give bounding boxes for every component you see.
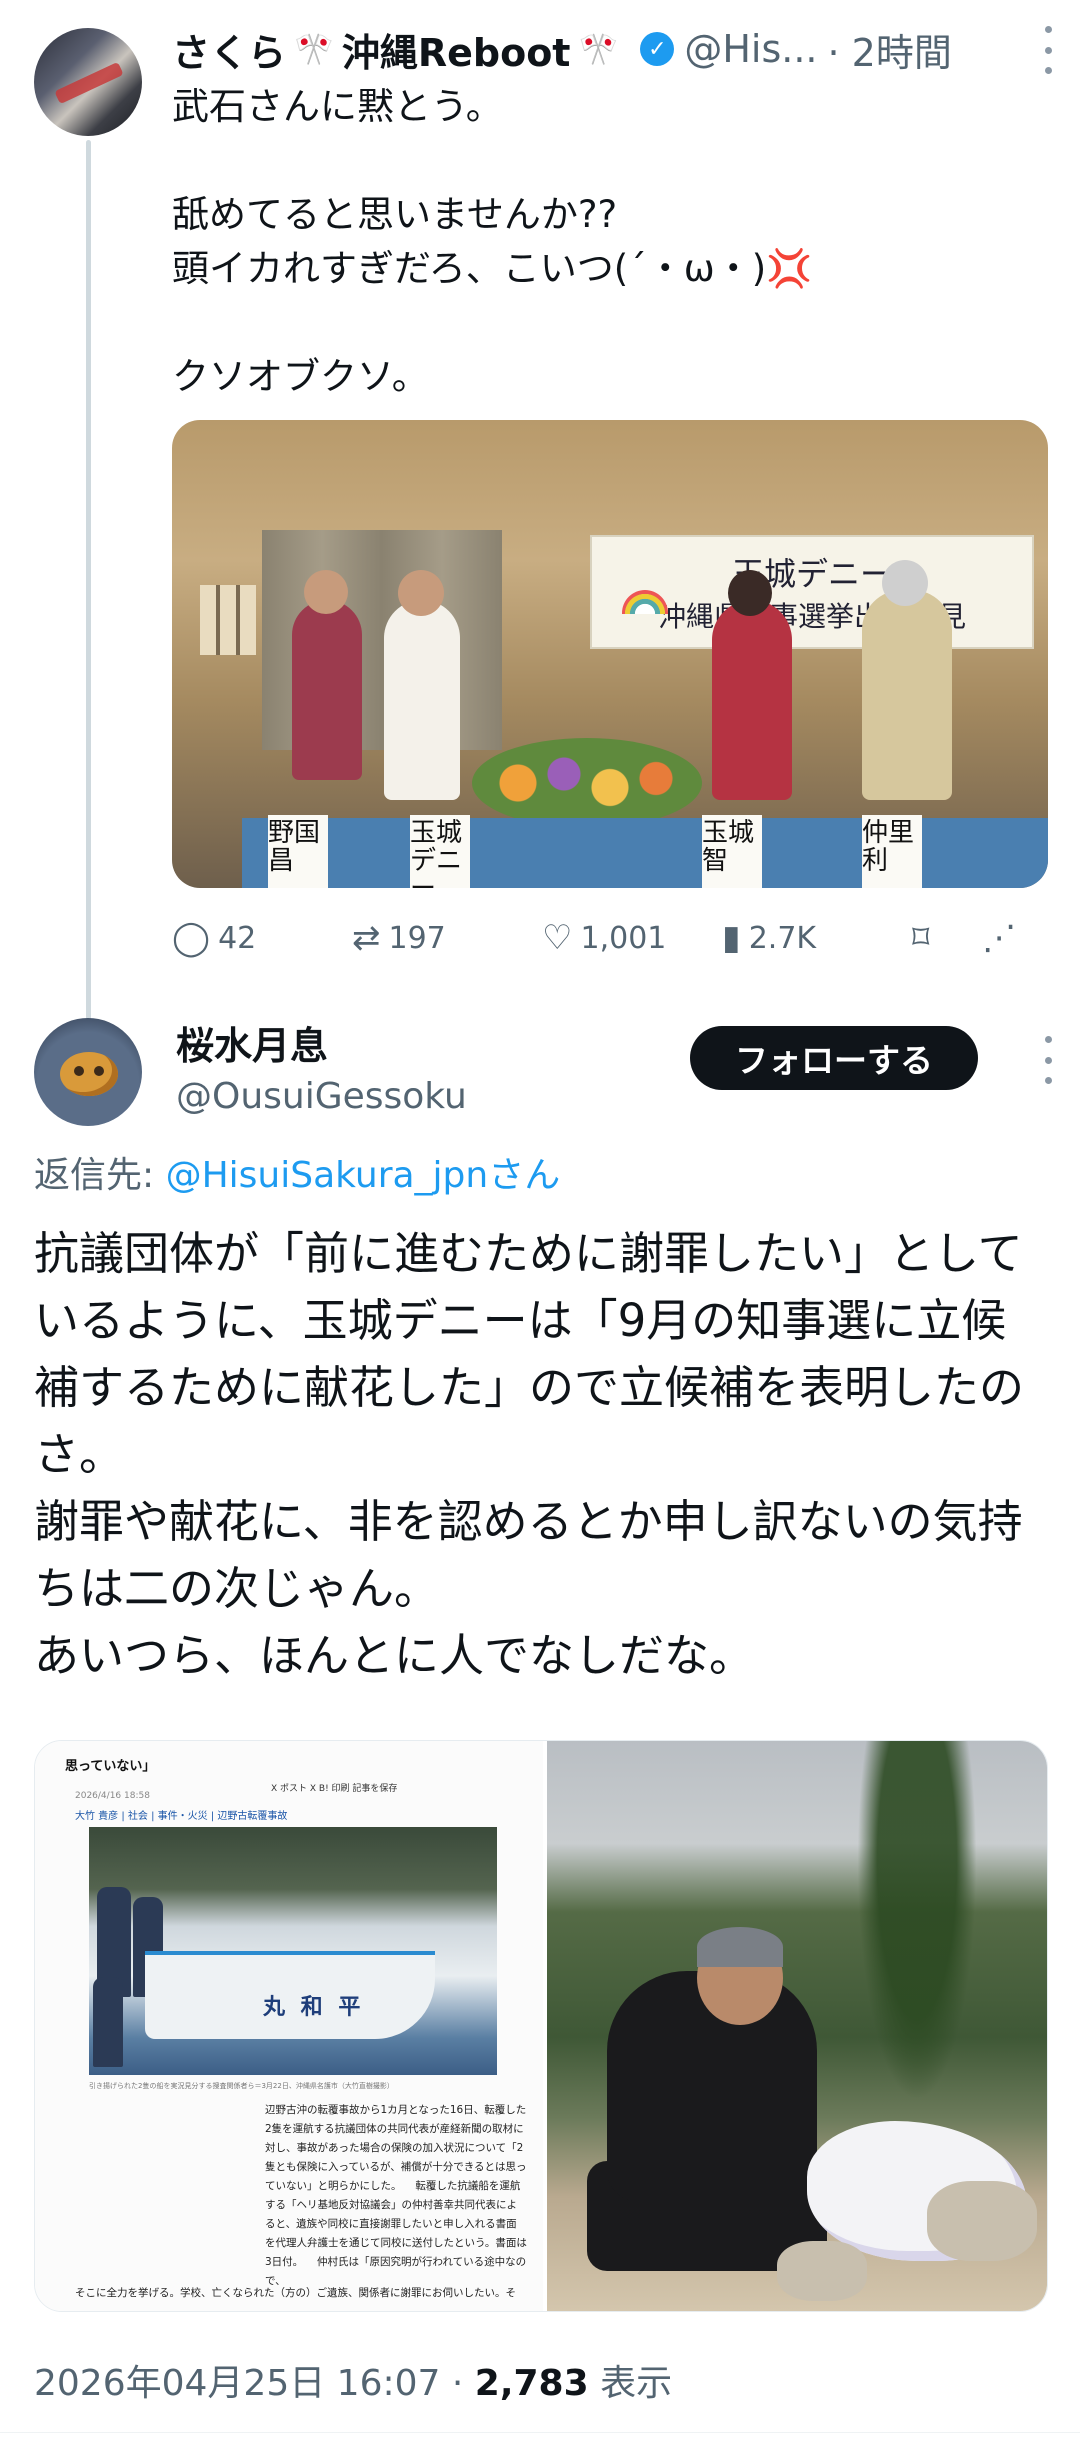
rock <box>777 2241 867 2301</box>
article-date: 2026/4/16 18:58 <box>75 1791 150 1801</box>
divider <box>0 2432 1080 2433</box>
views-label: 表示 <box>588 2363 673 2404</box>
thread-connector-line <box>86 140 91 1020</box>
article-tags: 大竹 貴彦 | 社会 | 事件・火災 | 辺野古転覆事故 <box>75 1811 288 1822</box>
tweet-timestamp[interactable]: 2026年04月25日 16:07 <box>34 2363 440 2404</box>
person-head <box>882 560 928 606</box>
flag-emoji: 🎌 <box>294 30 334 68</box>
press-conference-photo[interactable]: 玉城デニー 沖縄県知事選挙出馬会見 野国昌 玉城デニー 玉城智 仲里利 <box>172 420 1048 888</box>
reply-icon: ◯ <box>172 918 211 958</box>
boat-name: 丸 和 平 <box>263 1995 365 2020</box>
bookmark-icon: ⌑ <box>912 918 930 958</box>
views-bar-chart-icon: ▮ <box>722 918 741 958</box>
retweet-count: 197 <box>388 920 446 956</box>
article-body: 辺野古沖の転覆事故から1カ月となった16日、転覆した2隻を運航する抗議団体の共同… <box>265 2104 527 2287</box>
man-hair <box>697 1927 783 1967</box>
flag-emoji: 🎌 <box>578 30 619 68</box>
tree <box>847 1741 987 2141</box>
avatar-ousui[interactable] <box>34 1018 142 1126</box>
person <box>93 1977 123 2067</box>
article-photo-caption: 引き揚げられた2隻の船を実況見分する捜査関係者ら＝3月22日、沖縄県名護市（大竹… <box>89 2082 394 2090</box>
views-action[interactable]: ▮ 2.7K <box>722 918 912 958</box>
table-drape <box>242 818 1048 888</box>
bookmark-action[interactable]: ⌑ <box>912 918 982 958</box>
verified-badge-icon: ✓ <box>640 32 675 66</box>
flower-offering-photo[interactable] <box>547 1741 1047 2311</box>
more-vertical-icon[interactable] <box>1038 1036 1058 1084</box>
news-article-screenshot[interactable]: 思っていない」 2026/4/16 18:58 大竹 貴彦 | 社会 | 事件・… <box>35 1741 543 2311</box>
tweet-text-main: 武石さんに黙とう。 舐めてると思いませんか?? 頭イカれすぎだろ、こいつ(´・ω… <box>172 85 767 290</box>
reply-target-link[interactable]: @HisuiSakura_jpnさん <box>166 1155 561 1196</box>
retweet-action[interactable]: ⇄ 197 <box>352 918 542 958</box>
person-head <box>728 570 772 616</box>
tweet-text-tail: クソオブクソ。 <box>172 355 429 398</box>
media-grid: 思っていない」 2026/4/16 18:58 大竹 貴彦 | 社会 | 事件・… <box>34 1740 1048 2312</box>
parent-tweet-header: さくら 🎌 沖縄Reboot 🎌 ✓ @His... · 2時間 <box>172 18 952 80</box>
person <box>384 600 460 800</box>
share-icon: ⋰ <box>982 918 1016 958</box>
parent-tweet-text: 武石さんに黙とう。 舐めてると思いませんか?? 頭イカれすぎだろ、こいつ(´・ω… <box>172 80 1052 404</box>
reply-action[interactable]: ◯ 42 <box>172 918 352 958</box>
heart-icon: ♡ <box>542 918 573 958</box>
article-headline: 思っていない」 <box>65 1759 156 1774</box>
reply-count: 42 <box>218 920 257 956</box>
anger-emoji: 💢 <box>766 247 813 290</box>
person-head <box>398 570 444 616</box>
share-action[interactable]: ⋰ <box>982 918 1032 958</box>
main-tweet-text: 抗議団体が「前に進むために謝罪したい」としているように、玉城デニーは「9月の知事… <box>34 1227 1025 1682</box>
parent-action-bar: ◯ 42 ⇄ 197 ♡ 1,001 ▮ 2.7K ⌑ ⋰ <box>172 910 1052 966</box>
like-count: 1,001 <box>580 920 667 956</box>
follow-button[interactable]: フォローする <box>690 1026 978 1090</box>
article-footer: そこに全力を挙げる。学校、亡くなられた（方の）ご遺族、関係者に謝罪にお伺いしたい… <box>75 2287 516 2299</box>
wall-window <box>200 585 256 655</box>
views-count: 2.7K <box>748 920 817 956</box>
article-tools: X ポスト X B! 印刷 記事を保存 <box>271 1783 398 1794</box>
separator: · <box>440 2363 475 2404</box>
flower-arrangement <box>472 738 702 828</box>
person-head <box>304 570 348 614</box>
more-vertical-icon[interactable] <box>1038 26 1058 74</box>
name-placard: 玉城智 <box>702 815 762 888</box>
person <box>712 600 792 800</box>
retweet-icon: ⇄ <box>352 918 381 958</box>
display-name[interactable]: 桜水月息 <box>176 1018 328 1074</box>
moon-face <box>60 1052 118 1096</box>
display-name-suffix[interactable]: 沖縄Reboot <box>342 22 571 77</box>
name-placard: 野国昌 <box>268 815 328 888</box>
avatar-sakura[interactable] <box>34 28 142 136</box>
handle[interactable]: @His... <box>684 27 817 71</box>
display-name[interactable]: さくら <box>172 22 286 77</box>
rock <box>927 2181 1037 2261</box>
name-placard: 仲里利 <box>862 815 922 888</box>
person <box>862 590 952 800</box>
tweet-timestamp-views: 2026年04月25日 16:07 · 2,783 表示 <box>34 2352 672 2416</box>
reply-prefix: 返信先: <box>34 1155 166 1196</box>
timestamp-relative[interactable]: · 2時間 <box>828 22 952 77</box>
event-banner: 玉城デニー 沖縄県知事選挙出馬会見 <box>590 535 1034 649</box>
name-placard: 玉城デニー <box>410 815 470 888</box>
views-count: 2,783 <box>474 2363 589 2404</box>
handle[interactable]: @OusuiGessoku <box>176 1070 467 1124</box>
like-action[interactable]: ♡ 1,001 <box>542 918 722 958</box>
person <box>292 600 362 780</box>
reply-context: 返信先: @HisuiSakura_jpnさん <box>34 1148 560 1204</box>
